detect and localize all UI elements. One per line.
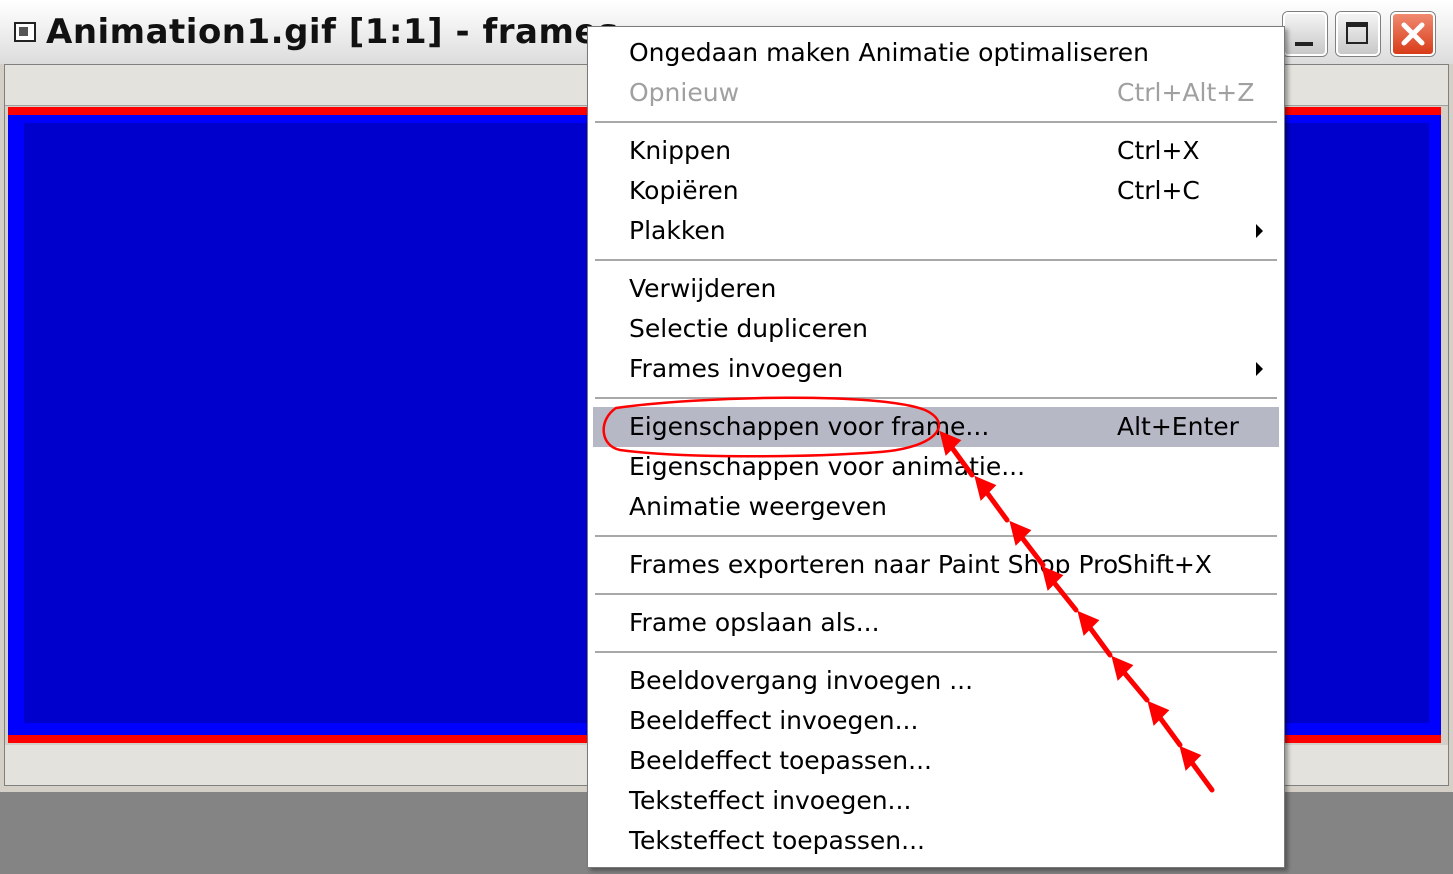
- menu-item-label: Eigenschappen voor animatie...: [629, 452, 1026, 481]
- menu-item-insert-frames[interactable]: Frames invoegen: [588, 349, 1284, 389]
- menu-item-shortcut: Ctrl+C: [1117, 176, 1200, 205]
- menu-item-shortcut: Ctrl+Alt+Z: [1117, 78, 1255, 107]
- menu-separator: [588, 389, 1284, 407]
- menu-item-label: Teksteffect invoegen...: [629, 786, 912, 815]
- menu-item-duplicate-selection[interactable]: Selectie dupliceren: [588, 309, 1284, 349]
- close-icon: [1401, 22, 1425, 46]
- menu-item-label: Selectie dupliceren: [629, 314, 868, 343]
- menu-item-redo: Opnieuw Ctrl+Alt+Z: [588, 73, 1284, 113]
- submenu-arrow-icon: [1256, 362, 1263, 376]
- menu-item-label: Knippen: [629, 136, 732, 165]
- close-button[interactable]: [1391, 12, 1435, 56]
- menu-item-export-frames[interactable]: Frames exporteren naar Paint Shop Pro Sh…: [588, 545, 1284, 585]
- animation-shop-document-icon[interactable]: [14, 22, 36, 42]
- menu-item-frame-properties[interactable]: Eigenschappen voor frame... Alt+Enter: [593, 407, 1279, 447]
- menu-item-paste[interactable]: Plakken: [588, 211, 1284, 251]
- menu-item-label: Plakken: [629, 216, 726, 245]
- menu-item-shortcut: Shift+X: [1117, 550, 1212, 579]
- menu-item-cut[interactable]: Knippen Ctrl+X: [588, 131, 1284, 171]
- menu-item-label: Ongedaan maken Animatie optimaliseren: [629, 38, 1149, 67]
- menu-item-shortcut: Alt+Enter: [1117, 412, 1239, 441]
- menu-item-save-frame-as[interactable]: Frame opslaan als...: [588, 603, 1284, 643]
- menu-item-label: Frame opslaan als...: [629, 608, 880, 637]
- menu-item-undo[interactable]: Ongedaan maken Animatie optimaliseren: [588, 33, 1284, 73]
- menu-item-label: Frames exporteren naar Paint Shop Pro: [629, 550, 1119, 579]
- menu-separator: [588, 643, 1284, 661]
- menu-item-label: Teksteffect toepassen...: [629, 826, 925, 855]
- menu-item-delete[interactable]: Verwijderen: [588, 269, 1284, 309]
- menu-item-label: Frames invoegen: [629, 354, 844, 383]
- menu-separator: [588, 527, 1284, 545]
- context-menu: Ongedaan maken Animatie optimaliseren Op…: [587, 26, 1285, 868]
- menu-separator: [588, 113, 1284, 131]
- menu-item-view-animation[interactable]: Animatie weergeven: [588, 487, 1284, 527]
- window-title: Animation1.gif [1:1] - frames: [46, 12, 619, 52]
- menu-item-label: Kopiëren: [629, 176, 739, 205]
- menu-item-shortcut: Ctrl+X: [1117, 136, 1200, 165]
- menu-item-label: Beeldeffect toepassen...: [629, 746, 932, 775]
- menu-item-label: Animatie weergeven: [629, 492, 887, 521]
- menu-item-insert-image-effect[interactable]: Beeldeffect invoegen...: [588, 701, 1284, 741]
- minimize-button[interactable]: [1283, 12, 1327, 56]
- menu-item-label: Beeldovergang invoegen ...: [629, 666, 974, 695]
- menu-item-copy[interactable]: Kopiëren Ctrl+C: [588, 171, 1284, 211]
- maximize-button[interactable]: [1336, 12, 1380, 56]
- submenu-arrow-icon: [1256, 224, 1263, 238]
- menu-item-animation-properties[interactable]: Eigenschappen voor animatie...: [588, 447, 1284, 487]
- menu-item-insert-text-effect[interactable]: Teksteffect invoegen...: [588, 781, 1284, 821]
- menu-item-label: Verwijderen: [629, 274, 777, 303]
- menu-item-apply-text-effect[interactable]: Teksteffect toepassen...: [588, 821, 1284, 861]
- menu-item-apply-image-effect[interactable]: Beeldeffect toepassen...: [588, 741, 1284, 781]
- menu-item-label: Beeldeffect invoegen...: [629, 706, 919, 735]
- menu-item-label: Opnieuw: [629, 78, 740, 107]
- menu-item-insert-transition[interactable]: Beeldovergang invoegen ...: [588, 661, 1284, 701]
- menu-item-label: Eigenschappen voor frame...: [629, 412, 990, 441]
- menu-separator: [588, 251, 1284, 269]
- menu-separator: [588, 585, 1284, 603]
